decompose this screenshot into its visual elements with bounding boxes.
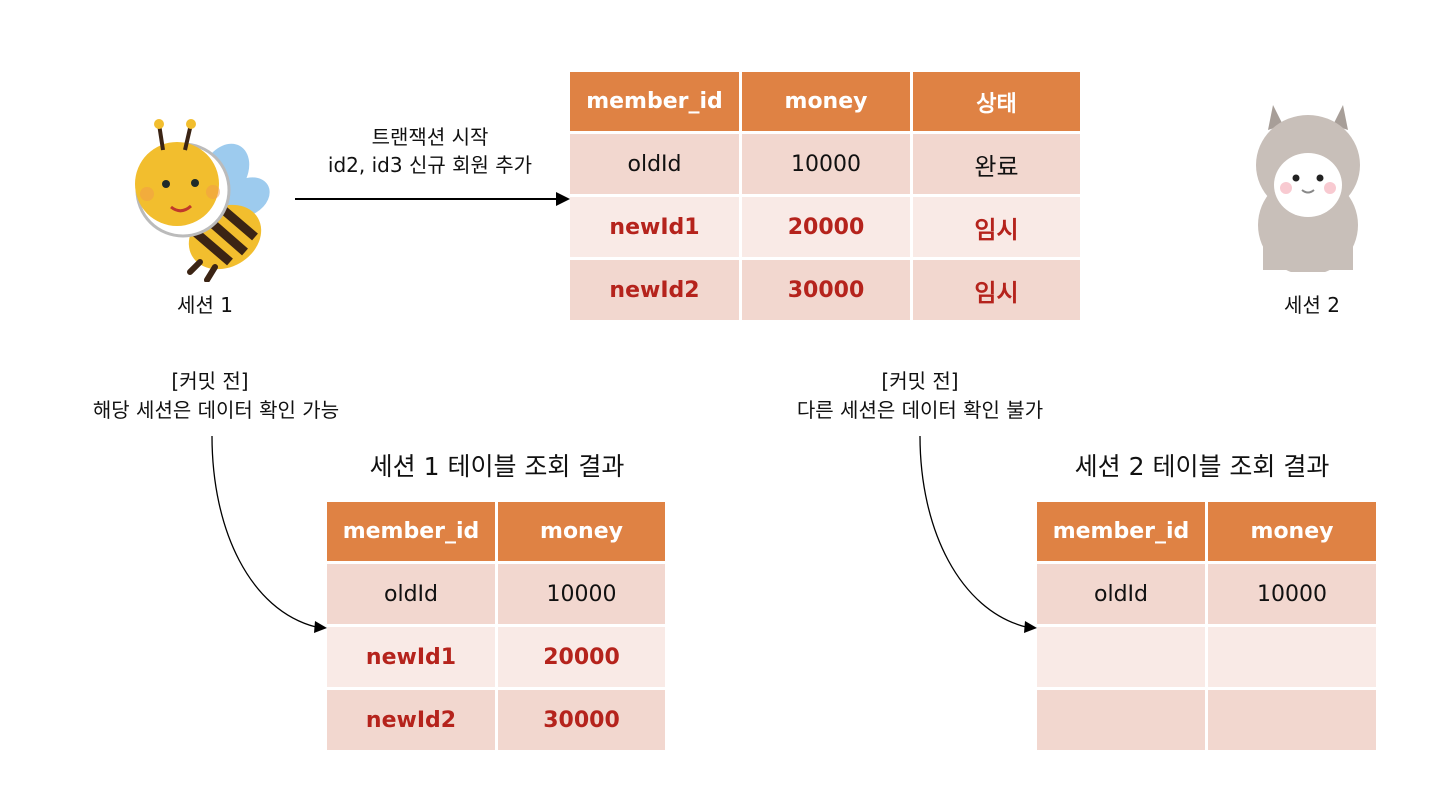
cell: [1208, 627, 1376, 687]
table-row: [1037, 627, 1376, 687]
table-row: oldId 10000: [1037, 564, 1376, 624]
curved-arrow-right: [919, 435, 1027, 628]
diagram: 세션 1 세션 2 트랜잭션 시작 id2, id3 신규 회원 추가 memb…: [0, 0, 1436, 804]
cell: oldId: [1037, 564, 1205, 624]
cell: [1037, 690, 1205, 750]
cell: [1037, 627, 1205, 687]
header-money: money: [498, 502, 665, 561]
cell: newId1: [327, 627, 495, 687]
curved-arrow-left: [211, 435, 317, 628]
cell: 10000: [1208, 564, 1376, 624]
cell: 10000: [498, 564, 665, 624]
table-row: newId1 20000: [327, 627, 665, 687]
header-member-id: member_id: [327, 502, 495, 561]
header-money: money: [1208, 502, 1376, 561]
table-row: oldId 10000: [327, 564, 665, 624]
cell: [1208, 690, 1376, 750]
table-row: [1037, 690, 1376, 750]
cell: 20000: [498, 627, 665, 687]
session1-result-table: member_id money oldId 10000 newId1 20000 ne…: [324, 499, 668, 753]
cell: newId2: [327, 690, 495, 750]
cell: oldId: [327, 564, 495, 624]
cell: 30000: [498, 690, 665, 750]
session2-result-title: 세션 2 테이블 조회 결과: [1074, 452, 1330, 481]
table-row: newId2 30000: [327, 690, 665, 750]
session1-result-title: 세션 1 테이블 조회 결과: [369, 452, 625, 481]
header-member-id: member_id: [1037, 502, 1205, 561]
session2-result-table: member_id money oldId 10000: [1034, 499, 1379, 753]
